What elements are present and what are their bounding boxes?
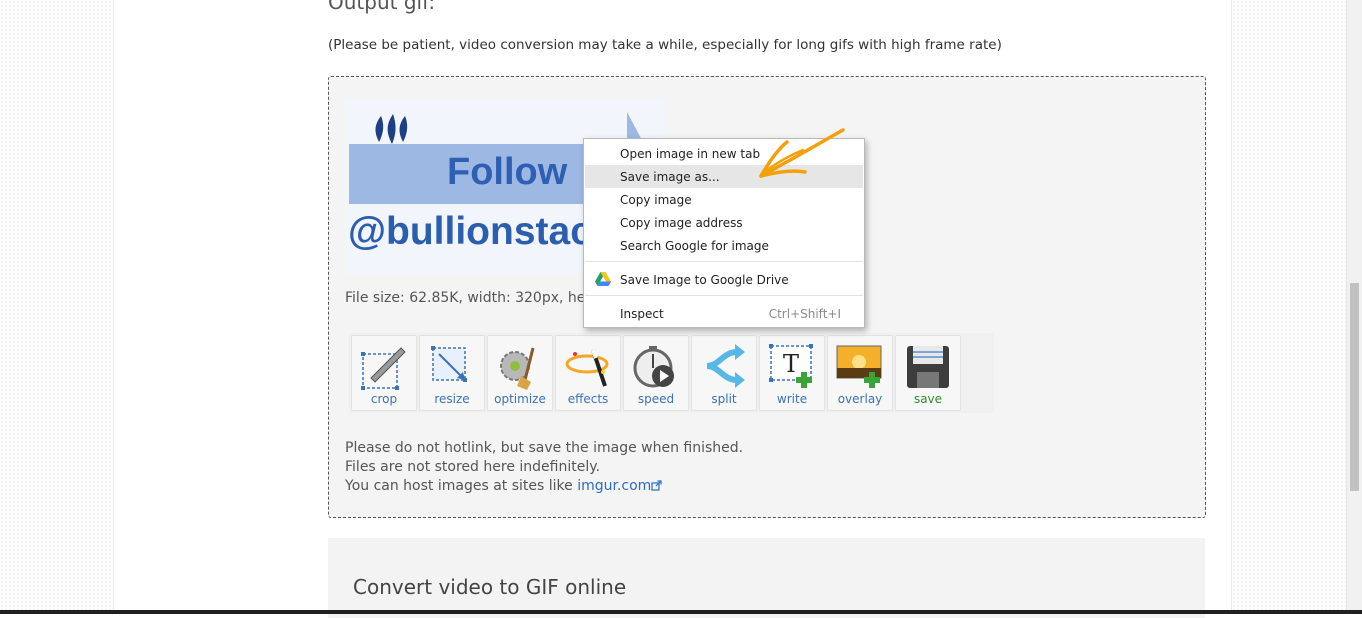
overlay-label: overlay bbox=[837, 392, 883, 406]
info-line-storage: Files are not stored here indefinitely. bbox=[345, 459, 600, 475]
write-label: write bbox=[776, 392, 808, 406]
speed-label: speed bbox=[637, 392, 675, 406]
optimize-icon bbox=[500, 347, 535, 390]
split-label: split bbox=[711, 392, 737, 406]
menu-separator bbox=[585, 295, 863, 296]
menu-item-search-google[interactable]: Search Google for image bbox=[585, 234, 863, 257]
svg-text:T: T bbox=[783, 350, 799, 378]
menu-item-label: Copy image address bbox=[620, 216, 743, 230]
crop-button[interactable]: crop bbox=[351, 335, 417, 411]
menu-item-inspect[interactable]: Inspect Ctrl+Shift+I bbox=[585, 302, 863, 325]
convert-video-title: Convert video to GIF online bbox=[353, 575, 627, 599]
gif-handle-text: @bullionstac bbox=[348, 210, 592, 253]
menu-item-label: Search Google for image bbox=[620, 239, 769, 253]
crop-icon bbox=[361, 347, 406, 390]
resize-label: resize bbox=[434, 392, 470, 406]
hosting-prefix: You can host images at sites like bbox=[345, 478, 578, 494]
external-link-icon bbox=[651, 480, 662, 491]
split-button[interactable]: split bbox=[691, 335, 757, 411]
menu-item-copy-image[interactable]: Copy image bbox=[585, 188, 863, 211]
menu-item-copy-address[interactable]: Copy image address bbox=[585, 211, 863, 234]
inspect-shortcut: Ctrl+Shift+I bbox=[768, 307, 841, 321]
resize-button[interactable]: resize bbox=[419, 335, 485, 411]
overlay-button[interactable]: overlay bbox=[827, 335, 893, 411]
optimize-button[interactable]: optimize bbox=[487, 335, 553, 411]
info-line-hosting: You can host images at sites like imgur.… bbox=[345, 477, 743, 496]
gif-follow-text: Follow bbox=[447, 151, 568, 193]
overlay-icon bbox=[836, 345, 882, 388]
save-label: save bbox=[913, 392, 943, 406]
save-button[interactable]: save bbox=[895, 335, 961, 411]
menu-item-label: Inspect bbox=[620, 307, 664, 321]
steem-logo-icon bbox=[375, 114, 408, 144]
hotlink-info: Please do not hotlink, but save the imag… bbox=[345, 439, 743, 496]
bottom-edge-bar bbox=[0, 610, 1362, 614]
write-button[interactable]: T write bbox=[759, 335, 825, 411]
imgur-link[interactable]: imgur.com bbox=[577, 478, 651, 494]
file-size-info: File size: 62.85K, width: 320px, height bbox=[345, 290, 613, 306]
output-gif-heading: Output gif: bbox=[328, 0, 436, 14]
google-drive-icon bbox=[595, 272, 611, 286]
scrollbar-thumb[interactable] bbox=[1350, 283, 1359, 491]
menu-separator bbox=[585, 261, 863, 262]
effects-label: effects bbox=[567, 392, 609, 406]
speed-button[interactable]: speed bbox=[623, 335, 689, 411]
menu-item-google-drive[interactable]: Save Image to Google Drive bbox=[585, 268, 863, 291]
save-icon bbox=[907, 346, 949, 388]
resize-icon bbox=[431, 346, 467, 382]
menu-item-label: Save Image to Google Drive bbox=[620, 273, 789, 287]
info-line-hotlink: Please do not hotlink, but save the imag… bbox=[345, 440, 744, 456]
menu-item-label: Open image in new tab bbox=[620, 147, 761, 161]
effects-button[interactable]: effects bbox=[555, 335, 621, 411]
crop-label: crop bbox=[370, 392, 398, 406]
speed-icon bbox=[633, 346, 674, 388]
patience-note: (Please be patient, video conversion may… bbox=[328, 37, 1002, 53]
menu-item-label: Save image as... bbox=[620, 170, 720, 184]
menu-item-label: Copy image bbox=[620, 193, 692, 207]
effects-icon bbox=[565, 349, 609, 387]
annotation-arrow-icon bbox=[759, 128, 845, 178]
vertical-scrollbar[interactable] bbox=[1346, 0, 1362, 614]
split-icon bbox=[706, 344, 745, 388]
write-icon: T bbox=[769, 344, 813, 388]
optimize-label: optimize bbox=[494, 392, 546, 406]
edit-toolbar: crop resize optimize effects speed split… bbox=[349, 333, 994, 413]
